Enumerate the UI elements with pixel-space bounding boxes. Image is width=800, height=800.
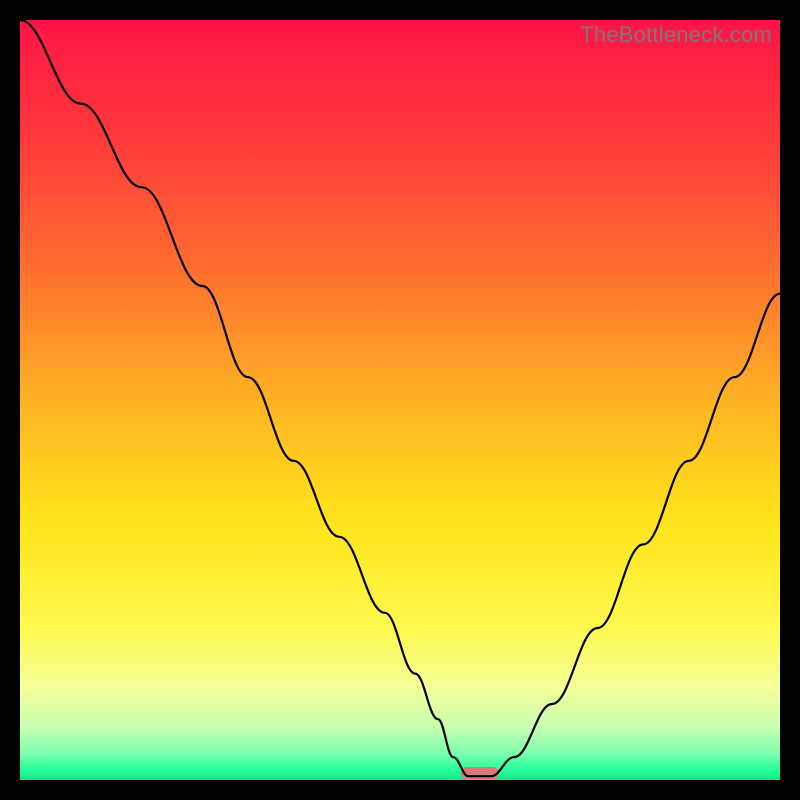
watermark-text: TheBottleneck.com <box>580 22 772 48</box>
bottleneck-chart <box>20 20 780 780</box>
chart-frame: TheBottleneck.com <box>20 20 780 780</box>
gradient-background <box>20 20 780 780</box>
